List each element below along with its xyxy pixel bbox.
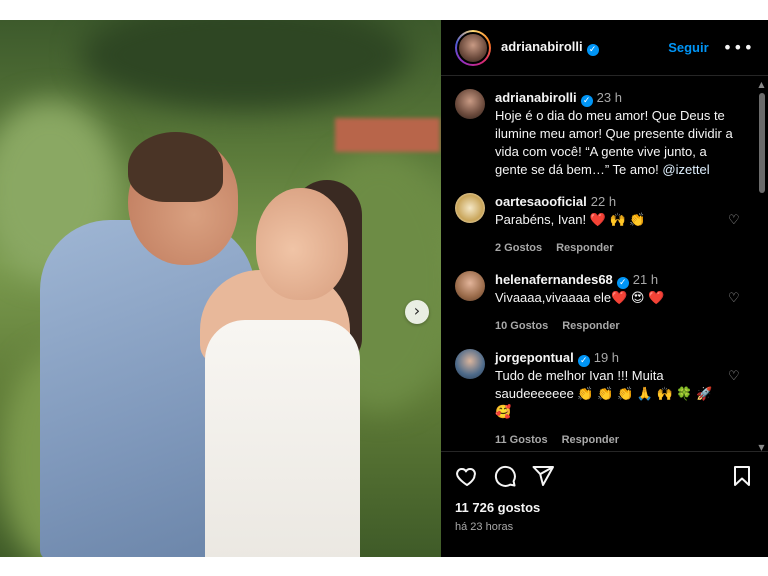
- commenter-avatar[interactable]: [455, 193, 485, 223]
- reply-button[interactable]: Responder: [562, 434, 619, 446]
- follow-button[interactable]: Seguir: [668, 40, 708, 55]
- commenter-avatar[interactable]: [455, 349, 485, 379]
- comment-icon[interactable]: [493, 464, 517, 488]
- comments-scrollbar[interactable]: ▲ ▼: [757, 80, 766, 452]
- bride-face: [256, 188, 348, 300]
- comment-text: Vivaaaa,vivaaaa ele❤️ 😍 ❤️: [495, 290, 665, 305]
- heart-icon[interactable]: [455, 464, 479, 488]
- scroll-thumb[interactable]: [758, 93, 765, 193]
- author-avatar-small[interactable]: [455, 89, 485, 119]
- post-timestamp: há 23 horas: [455, 521, 514, 533]
- likes-count[interactable]: 11 726 gostos: [455, 500, 754, 515]
- comment-text: Tudo de melhor Ivan !!! Muita saudeeeeee…: [495, 368, 713, 419]
- comment-likes[interactable]: 11 Gostos: [495, 434, 548, 446]
- trees: [80, 20, 410, 110]
- commenter-avatar[interactable]: [455, 271, 485, 301]
- caption: adrianabirolli ✓ 23 h Hoje é o dia do meu …: [455, 89, 742, 179]
- author-avatar[interactable]: [455, 29, 491, 66]
- comment-time: 22 h: [590, 194, 617, 209]
- comment-likes[interactable]: 2 Gostos: [495, 242, 542, 254]
- wedding-dress: [205, 320, 360, 557]
- comments-list[interactable]: adrianabirolli ✓ 23 h Hoje é o dia do meu …: [441, 77, 756, 451]
- verified-badge-icon: ✓: [580, 95, 593, 107]
- more-options-icon[interactable]: •••: [723, 38, 754, 57]
- caption-time: 23 h: [596, 90, 622, 105]
- comment-author[interactable]: jorgepontual: [495, 350, 574, 365]
- verified-badge-icon: ✓: [577, 355, 590, 367]
- post-photo[interactable]: ›: [0, 20, 441, 557]
- groom-hair: [128, 132, 223, 202]
- reply-button[interactable]: Responder: [556, 242, 613, 254]
- roof: [335, 118, 440, 152]
- comment-item: helenafernandes68 ✓ 21 h Vivaaaa,vivaaaa e…: [455, 271, 742, 335]
- heart-icon[interactable]: ♡: [728, 369, 742, 449]
- scroll-up-icon[interactable]: ▲: [757, 80, 766, 89]
- post-actions: 11 726 gostos há 23 horas: [441, 451, 768, 545]
- instagram-post: › adrianabirolli ✓ Seguir ••• adrianabiro…: [0, 20, 768, 557]
- send-icon[interactable]: [531, 464, 555, 488]
- bookmark-icon[interactable]: [730, 464, 754, 488]
- chevron-right-icon[interactable]: ›: [405, 300, 429, 324]
- author-username[interactable]: adrianabirolli ✓: [501, 39, 599, 56]
- comment-item: jorgepontual ✓ 19 h Tudo de melhor Ivan !!…: [455, 349, 742, 449]
- verified-badge-icon: ✓: [586, 44, 599, 56]
- reply-button[interactable]: Responder: [562, 320, 619, 332]
- comment-text: Parabéns, Ivan! ❤️ 🙌 👏: [495, 212, 646, 227]
- author-name[interactable]: adrianabirolli: [501, 39, 583, 54]
- comment-time: 21 h: [632, 272, 659, 287]
- heart-icon[interactable]: ♡: [728, 291, 742, 335]
- comment-item: oartesaooficial 22 h Parabéns, Ivan! ❤️ 🙌…: [455, 193, 742, 257]
- post-sidebar: adrianabirolli ✓ Seguir ••• adrianabiroll…: [441, 20, 768, 557]
- comment-author[interactable]: helenafernandes68: [495, 272, 613, 287]
- heart-icon[interactable]: ♡: [728, 213, 742, 257]
- comment-author[interactable]: oartesaooficial: [495, 194, 587, 209]
- comment-time: 19 h: [593, 350, 620, 365]
- verified-badge-icon: ✓: [616, 277, 629, 289]
- caption-author[interactable]: adrianabirolli: [495, 90, 577, 105]
- caption-mention[interactable]: @izettel: [662, 162, 709, 177]
- comment-likes[interactable]: 10 Gostos: [495, 320, 548, 332]
- post-header: adrianabirolli ✓ Seguir •••: [441, 20, 768, 76]
